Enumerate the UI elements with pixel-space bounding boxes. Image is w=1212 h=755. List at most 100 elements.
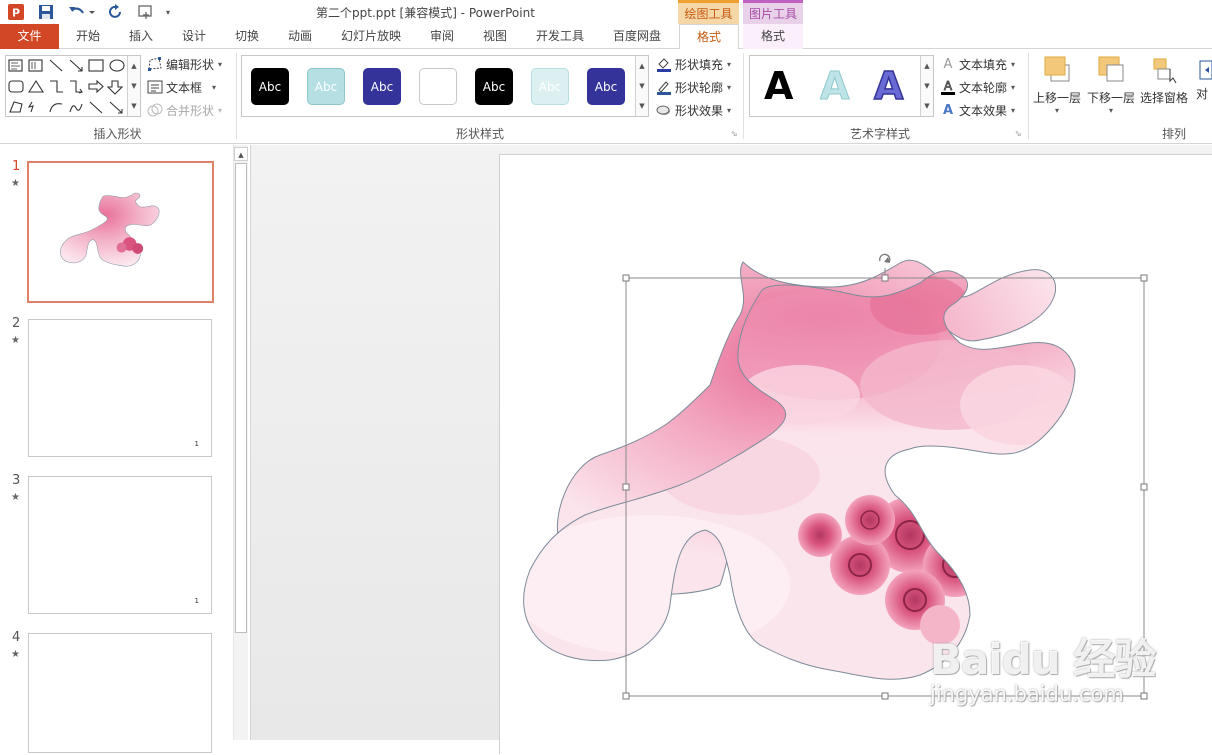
bring-forward-button[interactable]: 上移一层 ▾ (1033, 55, 1081, 115)
shape-style-swatch[interactable]: Abc (251, 68, 289, 105)
tab-insert[interactable]: 插入 (122, 24, 160, 49)
animation-star-icon: ★ (11, 492, 20, 503)
animation-star-icon: ★ (11, 335, 20, 346)
merge-shapes-button[interactable]: 合并形状 ▾ (147, 100, 222, 120)
shape-style-gallery[interactable]: Abc Abc Abc Abc Abc Abc Abc ▲ ▼ ▼ (241, 55, 649, 117)
chevron-down-icon: ▾ (218, 105, 223, 115)
send-backward-label: 下移一层 (1087, 91, 1136, 105)
thumbnail-shape (60, 192, 160, 267)
slide-thumbnail-3[interactable]: 1 (28, 476, 212, 614)
slide-canvas[interactable] (499, 154, 1212, 754)
tab-design[interactable]: 设计 (175, 24, 213, 49)
undo-icon[interactable] (66, 3, 96, 21)
edit-shape-button[interactable]: 编辑形状 ▾ (147, 54, 222, 74)
svg-text:A: A (944, 79, 953, 93)
drawing-tools-label: 绘图工具 (678, 0, 739, 24)
dialog-launcher-icon[interactable]: ⬂ (1015, 127, 1022, 139)
animation-star-icon: ★ (11, 178, 20, 189)
wordart-gallery-scroll[interactable]: ▲ ▼ ▼ (920, 56, 933, 116)
touch-mode-icon[interactable] (136, 3, 158, 21)
slide-number: 3 (12, 473, 21, 488)
scroll-up-icon[interactable]: ▲ (234, 147, 248, 161)
tab-baidu-netdisk[interactable]: 百度网盘 (606, 24, 668, 49)
text-effects-label: 文本效果 (959, 103, 1008, 118)
save-icon[interactable] (36, 3, 56, 21)
chevron-down-icon: ▾ (212, 82, 217, 92)
shape-effects-button[interactable]: 形状效果 ▾ (656, 100, 731, 120)
wordart-blue-sample[interactable]: A (873, 63, 904, 109)
text-outline-button[interactable]: A 文本轮廓 ▾ (940, 77, 1015, 97)
align-icon (1196, 55, 1212, 85)
shape-style-swatch[interactable]: Abc (531, 68, 569, 105)
wordart-group-label: 艺术字样式 (849, 127, 910, 141)
text-fill-button[interactable]: A 文本填充 ▾ (940, 54, 1015, 74)
shape-fill-button[interactable]: 形状填充 ▾ (656, 54, 731, 74)
selection-pane-label: 选择窗格 (1140, 91, 1189, 105)
tab-transitions[interactable]: 切换 (228, 24, 266, 49)
shape-style-swatch[interactable]: Abc (307, 68, 345, 105)
text-box-icon (147, 79, 163, 95)
merge-shapes-label: 合并形状 (166, 103, 215, 118)
slide-workspace (250, 145, 1212, 754)
chevron-down-icon: ▾ (727, 59, 732, 69)
thumbnail-scrollbar[interactable]: ▲ (233, 145, 248, 740)
tab-file[interactable]: 文件 (0, 24, 59, 49)
tab-format-picture[interactable]: 格式 (743, 24, 803, 49)
tab-view[interactable]: 视图 (476, 24, 514, 49)
wordart-gallery[interactable]: A A A ▲ ▼ ▼ (749, 55, 934, 117)
shape-style-swatch[interactable]: Abc (587, 68, 625, 105)
tab-slideshow[interactable]: 幻灯片放映 (334, 24, 408, 49)
gallery-more-icon[interactable]: ▼ (636, 96, 648, 116)
shape-gallery-scroll[interactable]: ▲ ▼ ▼ (127, 56, 140, 116)
arrange-group-label: 排列 (1161, 127, 1186, 141)
selection-frame[interactable] (500, 155, 1212, 755)
slide-thumbnail-1[interactable] (27, 161, 214, 303)
scroll-down-icon[interactable]: ▼ (636, 76, 648, 96)
slide-thumbnail-2[interactable]: 1 (28, 319, 212, 457)
tab-animations[interactable]: 动画 (281, 24, 319, 49)
tab-home[interactable]: 开始 (69, 24, 107, 49)
gallery-more-icon[interactable]: ▼ (128, 96, 140, 116)
shape-style-swatch[interactable]: Abc (419, 68, 457, 105)
shape-style-swatch[interactable]: Abc (363, 68, 401, 105)
wordart-light-sample[interactable]: A (819, 64, 849, 109)
text-fill-icon: A (943, 56, 953, 72)
bring-forward-icon (1041, 55, 1073, 85)
edit-shape-label: 编辑形状 (166, 57, 215, 72)
shape-styles-group-label: 形状样式 (455, 127, 504, 141)
wordart-black-sample[interactable]: A (764, 64, 793, 108)
slide-thumbnail-mark: 1 (194, 440, 199, 448)
customize-qat-icon[interactable]: ▾ (162, 3, 174, 21)
tab-review[interactable]: 审阅 (423, 24, 461, 49)
shape-style-swatch[interactable]: Abc (475, 68, 513, 105)
scroll-up-icon[interactable]: ▲ (128, 56, 140, 76)
text-box-button[interactable]: 文本框 ▾ (147, 77, 216, 97)
dialog-launcher-icon[interactable]: ⬂ (731, 127, 738, 139)
selection-pane-button[interactable]: 选择窗格 (1140, 55, 1188, 106)
picture-tools-label: 图片工具 (743, 0, 803, 24)
chevron-down-icon: ▾ (218, 59, 223, 69)
window-title: 第二个ppt.ppt [兼容模式] - PowerPoint (316, 6, 535, 20)
send-backward-button[interactable]: 下移一层 ▾ (1087, 55, 1135, 115)
animation-star-icon: ★ (11, 649, 20, 660)
scrollbar-thumb[interactable] (235, 163, 247, 633)
tab-format-drawing[interactable]: 格式 (679, 24, 739, 50)
text-effects-button[interactable]: A 文本效果 ▾ (940, 100, 1015, 120)
align-button[interactable]: 对 (1196, 55, 1212, 102)
slide-number: 2 (12, 316, 21, 331)
send-backward-icon (1095, 55, 1127, 85)
group-divider (743, 53, 744, 139)
tab-developer[interactable]: 开发工具 (529, 24, 591, 49)
scroll-down-icon[interactable]: ▼ (921, 76, 933, 96)
text-outline-label: 文本轮廓 (959, 80, 1008, 95)
style-gallery-scroll[interactable]: ▲ ▼ ▼ (635, 56, 648, 116)
redo-icon[interactable] (106, 3, 126, 21)
scroll-up-icon[interactable]: ▲ (921, 56, 933, 76)
slide-thumbnail-4[interactable] (28, 633, 212, 753)
scroll-up-icon[interactable]: ▲ (636, 56, 648, 76)
scroll-down-icon[interactable]: ▼ (128, 76, 140, 96)
shape-gallery[interactable]: ▲ ▼ ▼ (5, 55, 141, 117)
slide-thumbnail-mark: 1 (194, 597, 199, 605)
shape-outline-button[interactable]: 形状轮廓 ▾ (656, 77, 731, 97)
gallery-more-icon[interactable]: ▼ (921, 96, 933, 116)
